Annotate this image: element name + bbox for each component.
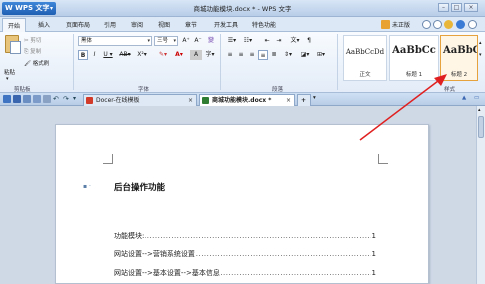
char-shading-button[interactable]: A <box>190 50 202 60</box>
borders-button[interactable]: ⊞▾ <box>314 50 328 60</box>
shading-button[interactable]: ◪▾ <box>298 50 312 60</box>
scroll-thumb[interactable] <box>478 116 484 138</box>
scroll-up-icon[interactable]: ▴ <box>478 107 481 113</box>
toc-entry[interactable]: ........................................… <box>114 231 376 241</box>
toc-entry[interactable]: ........................................… <box>114 249 376 259</box>
chevron-down-icon[interactable]: ▾ <box>6 76 9 82</box>
chinese-layout-button[interactable]: 文▾ <box>288 36 302 46</box>
redo-icon[interactable]: ↷ <box>63 95 71 103</box>
open-icon[interactable] <box>3 95 11 103</box>
tab-bar-up-icon[interactable]: ▲ <box>462 95 466 101</box>
document-tab-strip: ↶ ↷ ▾ Docer-在线模板 × 商城功能模块.docx * × + ▾ ▲… <box>0 93 485 106</box>
styles-group-label: 样式 <box>444 87 456 93</box>
window-title: 商城功能模块.docx * - WPS 文字 <box>193 5 292 13</box>
maximize-button[interactable]: □ <box>451 3 462 12</box>
decrease-indent-button[interactable]: ⇤ <box>262 36 272 46</box>
help-icon[interactable] <box>422 20 431 29</box>
tab-developer[interactable]: 开发工具 <box>214 20 238 29</box>
tab-special[interactable]: 特色功能 <box>252 20 276 29</box>
minimize-button[interactable]: – <box>438 3 449 12</box>
phonetic-button[interactable]: 變 <box>206 36 216 46</box>
line-spacing-button[interactable]: ⇕▾ <box>282 50 294 60</box>
font-color-button[interactable]: A▾ <box>172 50 186 60</box>
save-icon[interactable] <box>13 95 21 103</box>
ribbon: 粘贴 ▾ ✂ 剪切 ⎘ 复制 🖌 格式刷 剪贴板 黑体 ▾ 三号 ▾ A⁺ A⁻ 變… <box>0 32 485 93</box>
italic-button[interactable]: I <box>90 50 99 60</box>
close-tab-icon[interactable]: × <box>188 95 193 106</box>
paste-icon[interactable] <box>5 35 21 54</box>
vertical-scrollbar[interactable]: ▴ <box>476 106 485 284</box>
tab-insert[interactable]: 插入 <box>38 20 50 29</box>
align-left-button[interactable]: ≡ <box>225 50 235 60</box>
crop-mark <box>103 154 113 164</box>
strikethrough-button[interactable]: AB▾ <box>117 50 133 60</box>
title-bar: W WPS 文字 ▾ 商城功能模块.docx * - WPS 文字 – □ × <box>0 0 485 17</box>
style-normal[interactable]: AaBbCcDd 正文 <box>343 35 387 81</box>
document-heading[interactable]: 后台操作功能 <box>114 181 165 193</box>
format-painter-button[interactable]: 🖌 格式刷 <box>24 59 49 67</box>
print-preview-icon[interactable] <box>43 95 51 103</box>
activation-icon <box>381 20 390 29</box>
tab-sections[interactable]: 章节 <box>185 20 197 29</box>
distributed-button[interactable]: ≣ <box>269 50 279 60</box>
quick-access-dropdown-icon[interactable]: ▾ <box>73 95 81 103</box>
save-as-icon[interactable] <box>23 95 31 103</box>
shrink-font-button[interactable]: A⁻ <box>193 36 203 46</box>
skin-icon[interactable] <box>444 20 453 29</box>
font-name-combo[interactable]: 黑体 ▾ <box>78 36 152 46</box>
cut-button[interactable]: ✂ 剪切 <box>24 36 41 44</box>
bold-button[interactable]: B <box>78 50 88 60</box>
separator <box>337 34 338 90</box>
tab-bar-menu-icon[interactable]: ▭ <box>474 95 479 101</box>
increase-indent-button[interactable]: ⇥ <box>274 36 284 46</box>
tab-home[interactable]: 开始 <box>2 18 27 32</box>
font-group-label: 字体 <box>138 87 150 93</box>
document-page[interactable]: ▪ · 后台操作功能 .............................… <box>55 124 429 284</box>
tab-current-document[interactable]: 商城功能模块.docx * × <box>199 94 295 106</box>
tab-page-layout[interactable]: 页面布局 <box>66 20 90 29</box>
justify-button[interactable]: ≡ <box>258 50 268 60</box>
close-button[interactable]: × <box>464 3 478 12</box>
undo-icon[interactable]: ↶ <box>53 95 61 103</box>
paste-label[interactable]: 粘贴 <box>4 68 15 76</box>
print-icon[interactable] <box>33 95 41 103</box>
align-right-button[interactable]: ≡ <box>247 50 257 60</box>
new-tab-button[interactable]: + <box>297 94 311 106</box>
style-heading-2[interactable]: AaBbC 标题 2 <box>440 35 478 81</box>
tab-docer-templates[interactable]: Docer-在线模板 × <box>83 94 197 106</box>
styles-scroll-down-icon[interactable]: ▾ <box>479 52 482 58</box>
highlight-button[interactable]: ✎▾ <box>156 50 170 60</box>
copy-button[interactable]: ⎘ 复制 <box>24 47 41 56</box>
separator <box>220 34 221 90</box>
close-tab-icon[interactable]: × <box>286 95 291 106</box>
styles-scroll-up-icon[interactable]: ▴ <box>479 40 482 46</box>
tab-list-dropdown-icon[interactable]: ▾ <box>313 95 316 101</box>
crop-mark <box>378 154 388 164</box>
tab-review[interactable]: 审阅 <box>131 20 143 29</box>
underline-button[interactable]: U ▾ <box>101 50 115 60</box>
settings-icon[interactable] <box>433 20 442 29</box>
align-center-button[interactable]: ≡ <box>236 50 246 60</box>
toc-entry[interactable]: ........................................… <box>114 268 376 278</box>
char-border-button[interactable]: 字▾ <box>204 50 216 60</box>
paragraph-group-label: 段落 <box>272 87 284 93</box>
separator <box>73 34 74 90</box>
style-heading-1[interactable]: AaBbCc 标题 1 <box>389 35 439 81</box>
document-icon <box>202 97 209 104</box>
unactivated-label[interactable]: 未正版 <box>392 20 410 29</box>
menu-bar: 开始 插入 页面布局 引用 审阅 视图 章节 开发工具 特色功能 未正版 <box>0 17 485 32</box>
show-marks-button[interactable]: ¶ <box>304 36 314 46</box>
tab-view[interactable]: 视图 <box>158 20 170 29</box>
bullets-button[interactable]: ☰▾ <box>225 36 239 46</box>
grow-font-button[interactable]: A⁺ <box>181 36 191 46</box>
docer-icon <box>86 97 93 104</box>
font-size-combo[interactable]: 三号 ▾ <box>154 36 178 46</box>
clipboard-group-label: 剪贴板 <box>14 87 31 93</box>
question-icon[interactable] <box>468 20 477 29</box>
tab-references[interactable]: 引用 <box>104 20 116 29</box>
cloud-icon[interactable] <box>456 20 465 29</box>
superscript-button[interactable]: X²▾ <box>135 50 149 60</box>
numbering-button[interactable]: ☷▾ <box>241 36 255 46</box>
heading-marker-icon[interactable]: ▪ · <box>83 183 91 190</box>
